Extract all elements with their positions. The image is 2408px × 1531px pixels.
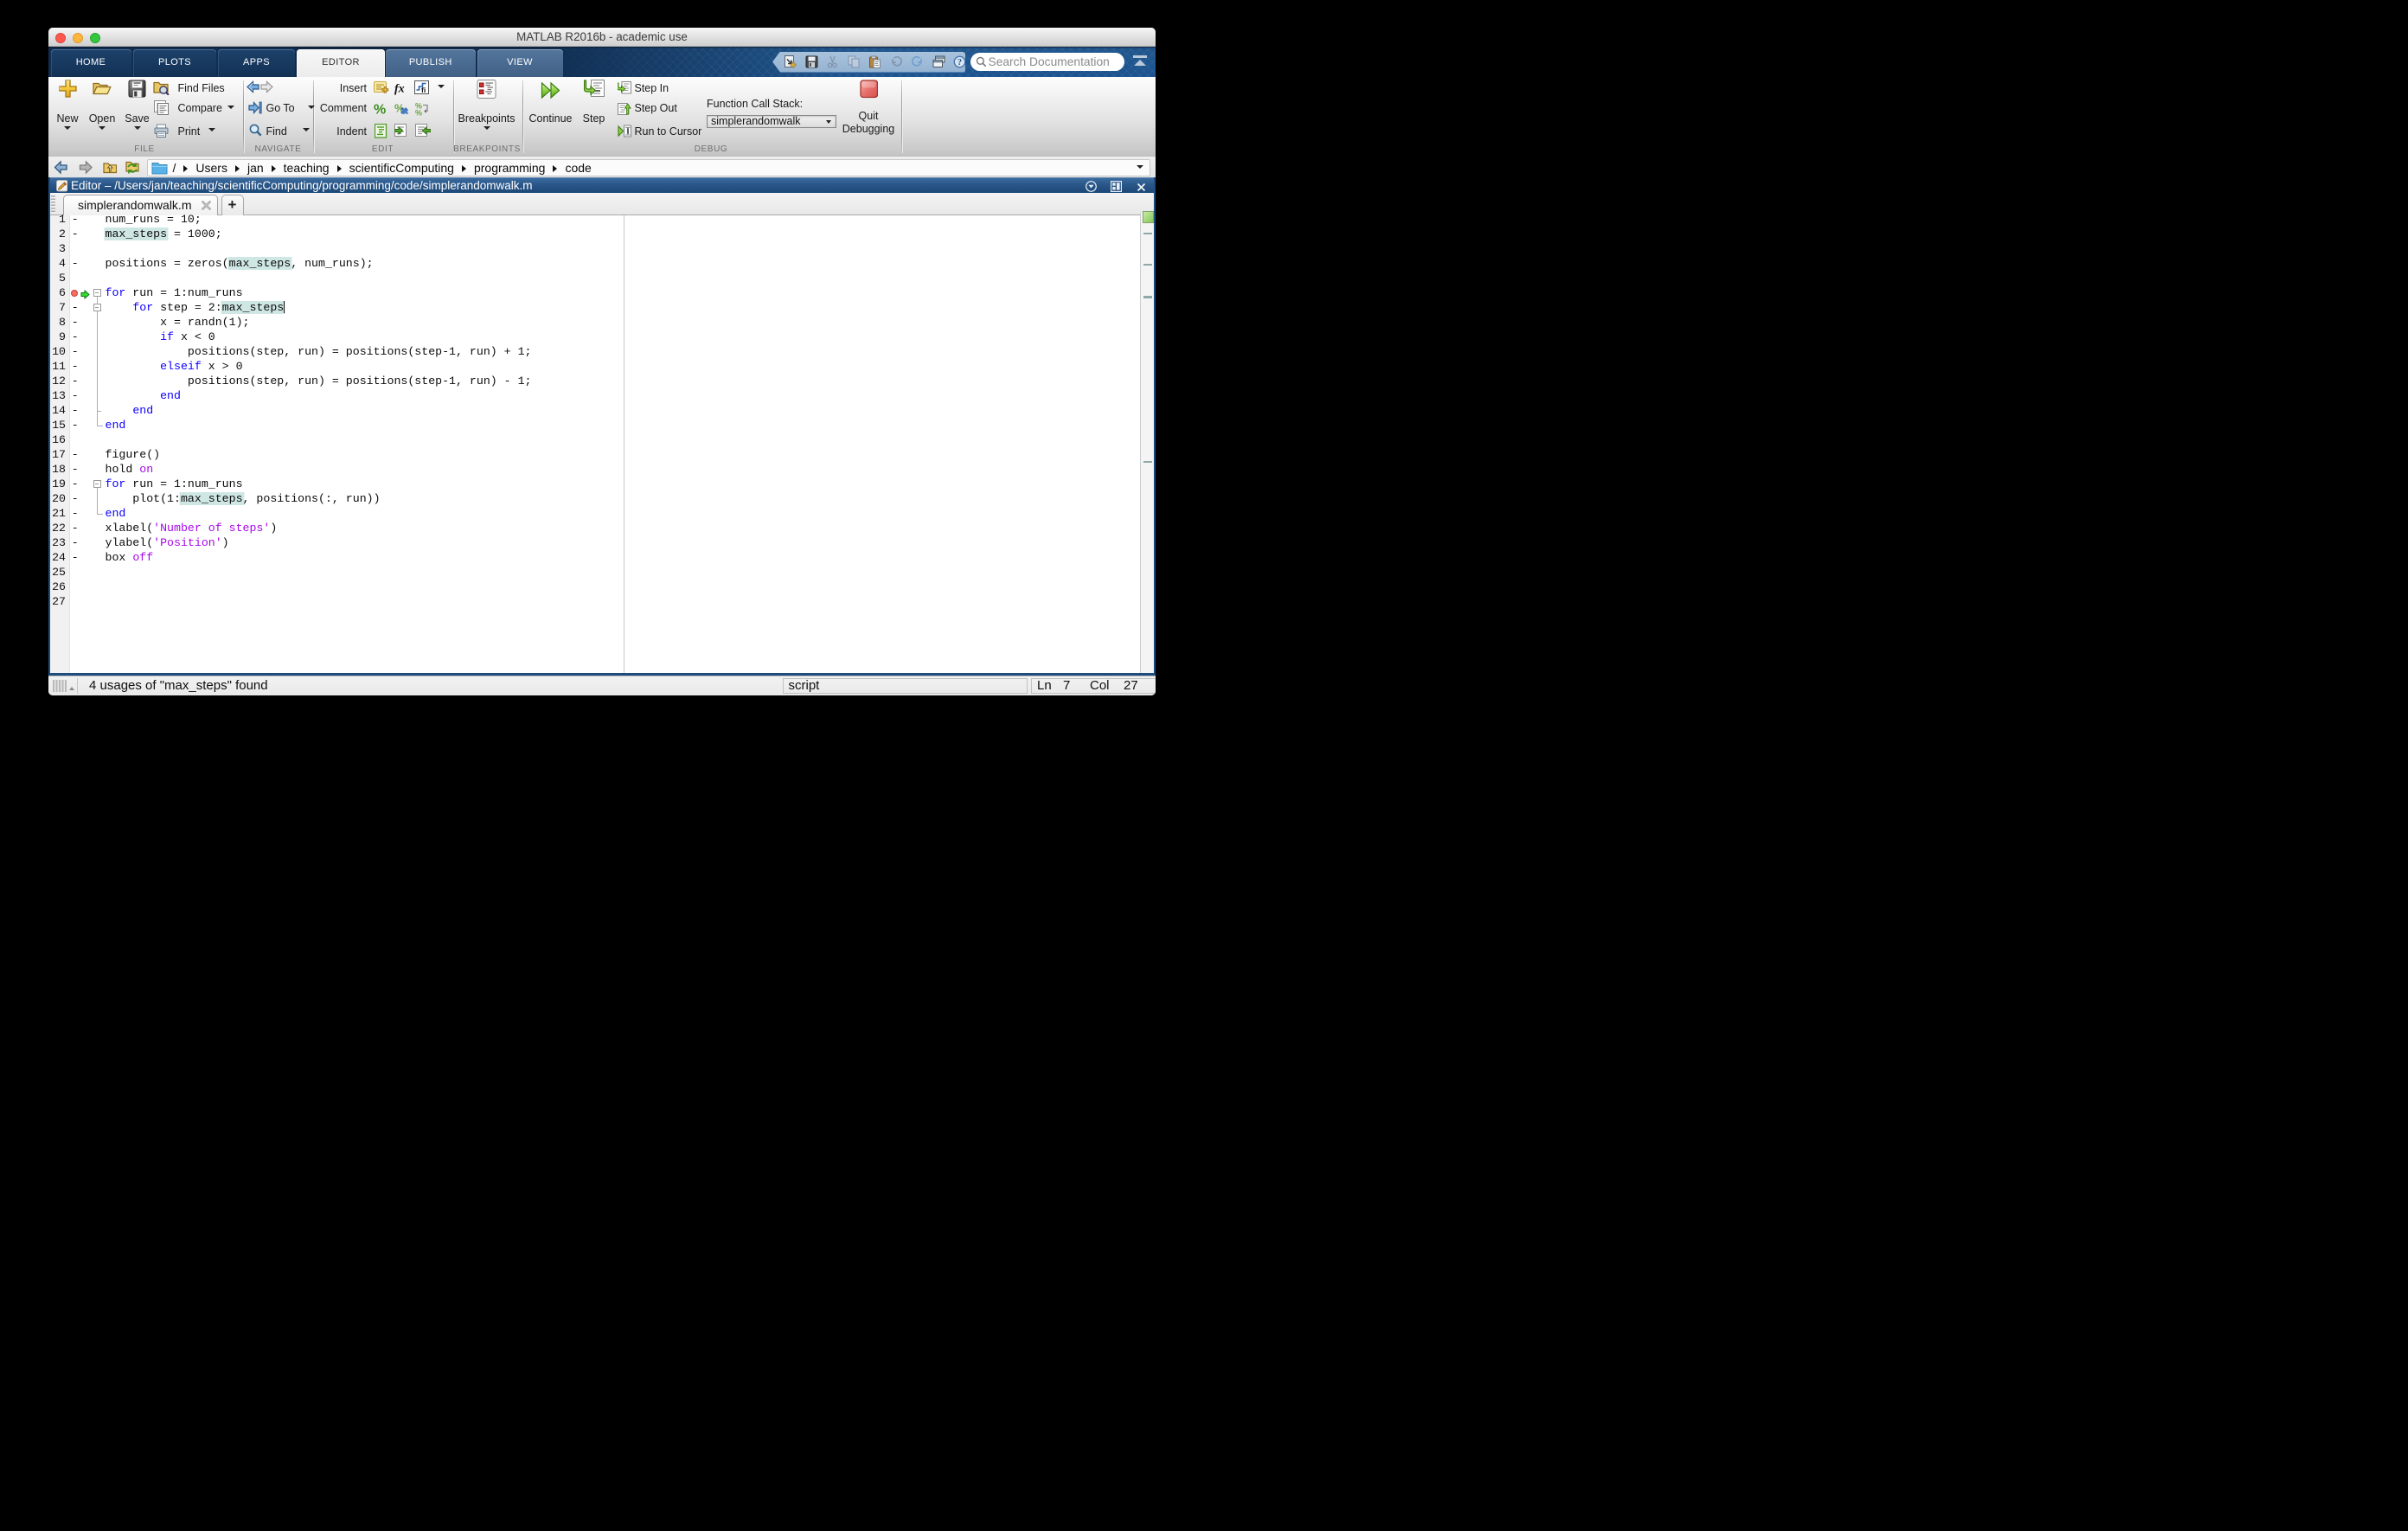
svg-text:fi: fi bbox=[421, 86, 426, 94]
svg-text:%: % bbox=[374, 102, 386, 116]
svg-text:fx: fx bbox=[394, 82, 405, 95]
svg-text:%: % bbox=[415, 108, 422, 116]
svg-text:?: ? bbox=[957, 58, 962, 67]
